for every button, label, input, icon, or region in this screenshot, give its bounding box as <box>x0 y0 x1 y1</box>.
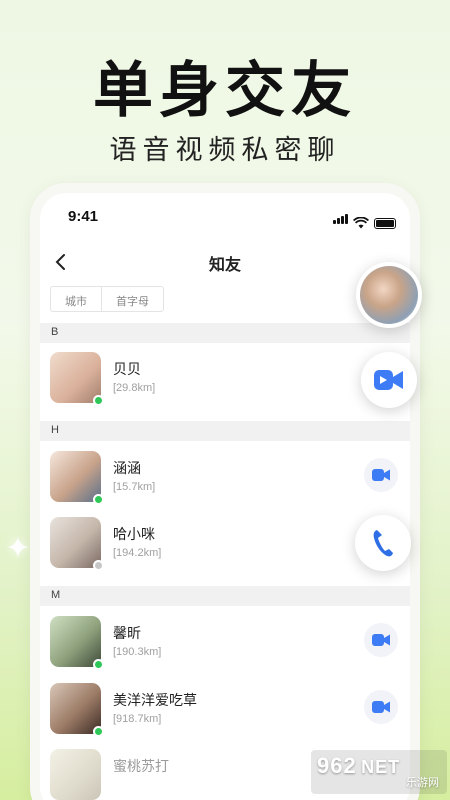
video-call-button[interactable] <box>364 690 398 724</box>
floating-call-button[interactable] <box>355 515 411 571</box>
tab-initial[interactable]: 首字母 <box>101 287 163 311</box>
nav-bar: 知友 <box>40 247 410 283</box>
video-camera-icon <box>372 634 390 646</box>
contact-name: 涵涵 <box>113 460 141 476</box>
phone-icon <box>373 530 393 557</box>
sparkle-icon: ✦ <box>5 532 31 565</box>
video-call-button[interactable] <box>364 623 398 657</box>
list-item[interactable]: 馨昕 [190.3km] <box>40 607 410 673</box>
contact-name: 哈小咪 <box>113 526 155 542</box>
page-title: 知友 <box>208 257 241 274</box>
watermark-subtitle: 乐游网 <box>406 777 439 789</box>
contact-name: 馨昕 <box>113 625 141 641</box>
contact-name: 美洋洋爱吃草 <box>113 692 197 708</box>
contact-name: 贝贝 <box>113 361 141 377</box>
avatar <box>50 749 101 800</box>
contact-distance: [918.7km] <box>113 713 162 725</box>
video-camera-icon <box>372 701 390 713</box>
avatar <box>50 451 104 505</box>
status-time: 9:41 <box>68 208 99 225</box>
offline-indicator <box>93 560 104 571</box>
contact-distance: [15.7km] <box>113 481 156 493</box>
watermark-suffix: NET <box>361 757 401 777</box>
promo-subtitle: 语音视频私密聊 <box>109 135 341 166</box>
status-icons <box>332 211 396 229</box>
section-header: M <box>40 586 410 606</box>
online-indicator <box>93 726 104 737</box>
section-header: B <box>40 323 410 343</box>
contact-name: 蜜桃苏打 <box>113 758 169 774</box>
signal-icon <box>332 211 348 229</box>
video-camera-icon <box>374 370 403 390</box>
floating-video-button[interactable] <box>361 352 417 408</box>
online-indicator <box>93 395 104 406</box>
contact-distance: [194.2km] <box>113 547 162 559</box>
avatar <box>50 517 104 571</box>
list-item[interactable]: 贝贝 [29.8km] <box>40 343 410 409</box>
list-item[interactable]: 美洋洋爱吃草 [918.7km] <box>40 674 410 740</box>
avatar <box>50 352 104 406</box>
wifi-icon <box>353 217 369 229</box>
contact-distance: [190.3km] <box>113 646 162 658</box>
watermark: 962 NET 乐游网 <box>311 750 447 794</box>
online-indicator <box>93 494 104 505</box>
avatar <box>50 616 104 670</box>
avatar <box>50 683 104 737</box>
filter-tabs: 城市 首字母 <box>50 286 164 312</box>
video-call-button[interactable] <box>364 458 398 492</box>
tab-city[interactable]: 城市 <box>51 287 101 311</box>
avatar <box>360 266 418 324</box>
online-indicator <box>93 659 104 670</box>
list-item[interactable]: 涵涵 [15.7km] <box>40 442 410 508</box>
status-bar: 9:41 <box>40 193 410 237</box>
section-header: H <box>40 421 410 441</box>
floating-profile-button[interactable] <box>356 262 422 328</box>
contact-distance: [29.8km] <box>113 382 156 394</box>
promo-title: 单身交友 <box>93 56 357 126</box>
watermark-text: 962 <box>317 753 357 778</box>
battery-icon <box>374 218 396 229</box>
video-camera-icon <box>372 469 390 481</box>
